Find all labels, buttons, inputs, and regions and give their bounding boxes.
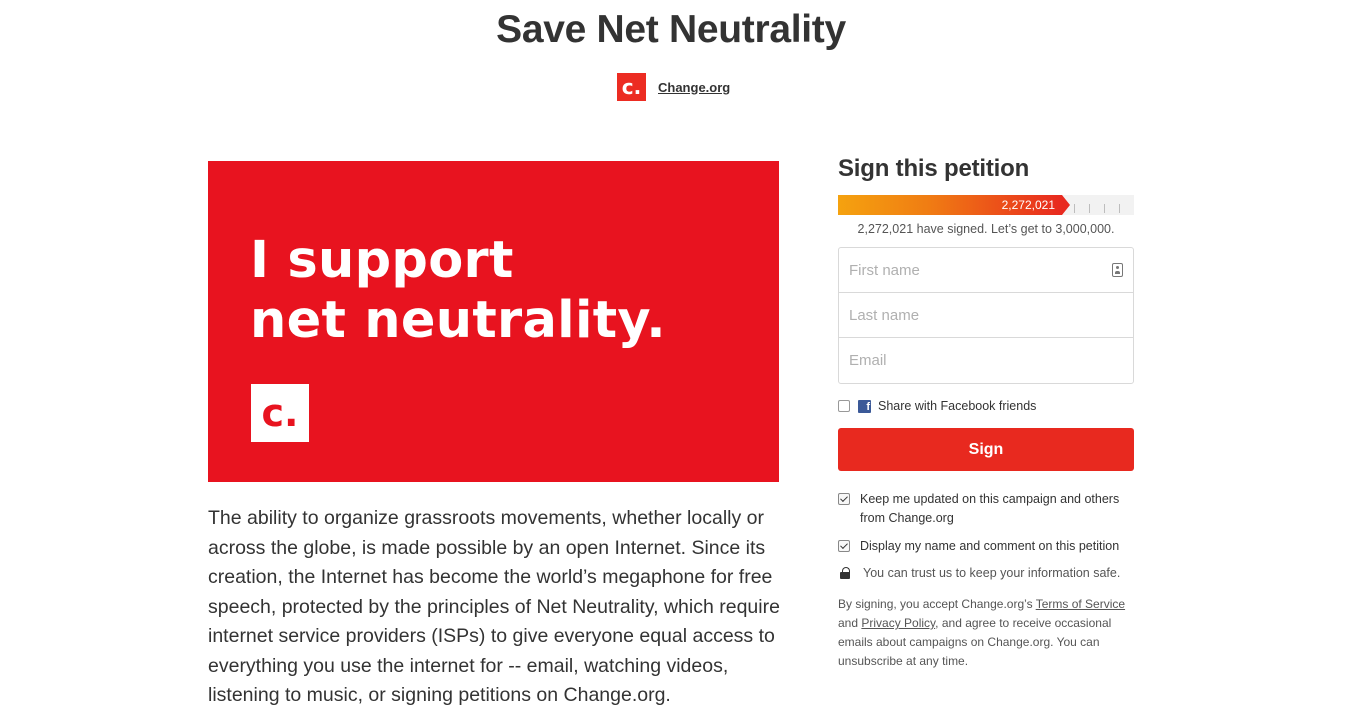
progress-tick: [1104, 204, 1105, 213]
keep-updated-option[interactable]: Keep me updated on this campaign and oth…: [838, 490, 1134, 528]
progress-tick: [1074, 204, 1075, 213]
sign-button[interactable]: Sign: [838, 428, 1134, 471]
contact-card-icon[interactable]: [1112, 263, 1123, 277]
share-facebook-checkbox[interactable]: [838, 400, 850, 412]
privacy-policy-link[interactable]: Privacy Policy: [861, 616, 935, 630]
lock-icon: [840, 567, 850, 579]
display-name-option[interactable]: Display my name and comment on this peti…: [838, 537, 1134, 556]
change-org-logo-icon: c.: [617, 73, 646, 101]
sign-panel: Sign this petition 2,272,021 2,272,021 h…: [838, 155, 1134, 671]
keep-updated-label: Keep me updated on this campaign and oth…: [860, 492, 1120, 525]
signup-form: [838, 247, 1134, 384]
org-link[interactable]: c. Change.org: [617, 73, 730, 101]
legal-text: By signing, you accept Change.org’s Term…: [838, 595, 1134, 671]
share-facebook-label: Share with Facebook friends: [878, 399, 1037, 413]
progress-tick: [1089, 204, 1090, 213]
hero-logo-icon: c.: [251, 384, 309, 442]
display-name-label: Display my name and comment on this peti…: [860, 539, 1120, 553]
hero-line-2: net neutrality.: [250, 291, 666, 350]
page-title: Save Net Neutrality: [496, 8, 846, 51]
progress-fill: 2,272,021: [838, 195, 1070, 215]
progress-count: 2,272,021: [1001, 198, 1055, 212]
progress-tick: [1119, 204, 1120, 213]
email-field-wrapper: [839, 338, 1133, 383]
legal-prefix: By signing, you accept Change.org’s: [838, 597, 1033, 611]
hero-text: I support net neutrality.: [250, 231, 666, 351]
email-input[interactable]: [849, 352, 1123, 369]
signature-progress-bar: 2,272,021: [838, 195, 1134, 215]
keep-updated-checkbox[interactable]: [838, 493, 850, 505]
trust-note: You can trust us to keep your informatio…: [838, 566, 1134, 580]
facebook-icon: f: [858, 399, 871, 413]
last-name-input[interactable]: [849, 306, 1123, 324]
share-facebook-option[interactable]: f Share with Facebook friends: [838, 399, 1134, 413]
signed-count-text: 2,272,021 have signed. Let’s get to 3,00…: [857, 222, 1115, 236]
first-name-field-wrapper: [839, 248, 1133, 293]
last-name-field-wrapper: [839, 293, 1133, 338]
petition-description: The ability to organize grassroots movem…: [208, 507, 780, 706]
terms-of-service-link[interactable]: Terms of Service: [1036, 597, 1125, 611]
legal-and: and: [838, 616, 859, 630]
hero-image: I support net neutrality. c.: [208, 161, 779, 482]
display-name-checkbox[interactable]: [838, 540, 850, 552]
sign-heading: Sign this petition: [838, 155, 1030, 182]
first-name-input[interactable]: [849, 261, 1123, 279]
trust-text: You can trust us to keep your informatio…: [863, 566, 1121, 580]
org-name-link[interactable]: Change.org: [658, 80, 730, 95]
hero-line-1: I support: [250, 231, 514, 290]
